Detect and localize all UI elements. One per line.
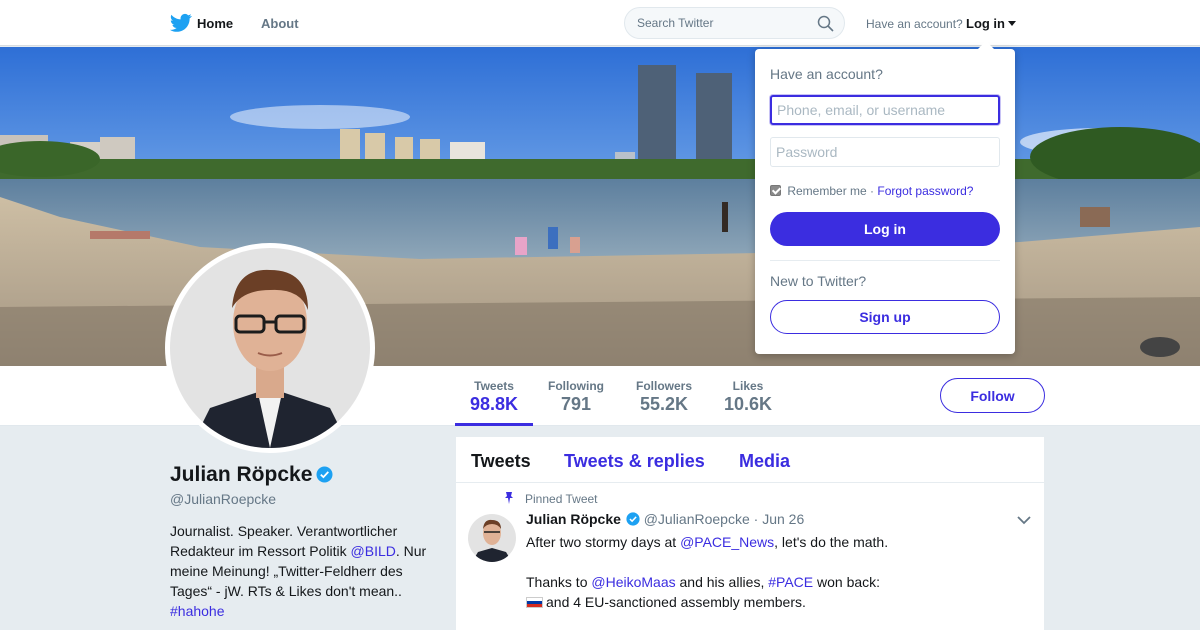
tweet-text-part: and 4 EU-sanctioned assembly members. bbox=[546, 594, 806, 610]
have-account-text: Have an account? bbox=[866, 17, 963, 31]
russia-flag-icon bbox=[526, 597, 543, 608]
stat-value: 98.8K bbox=[470, 394, 519, 414]
profile-handle[interactable]: @JulianRoepcke bbox=[170, 491, 276, 507]
forgot-password-link[interactable]: Forgot password? bbox=[877, 184, 973, 198]
stat-following[interactable]: Following 791 bbox=[548, 379, 604, 415]
avatar-image bbox=[170, 248, 370, 448]
login-link[interactable]: Log in bbox=[966, 16, 1005, 31]
tweet-author-name[interactable]: Julian Röpcke bbox=[526, 511, 621, 527]
timeline: Tweets Tweets & replies Media Pinned Twe… bbox=[456, 437, 1044, 630]
follow-button[interactable]: Follow bbox=[940, 378, 1045, 413]
profile-bio: Journalist. Speaker. Verantwortlicher Re… bbox=[170, 521, 440, 621]
nav-about-link[interactable]: About bbox=[261, 16, 299, 31]
tweet-avatar[interactable] bbox=[468, 514, 516, 562]
tab-tweets-and-replies[interactable]: Tweets & replies bbox=[564, 451, 705, 472]
username-field[interactable] bbox=[770, 95, 1000, 125]
bio-mention-link[interactable]: @BILD bbox=[351, 543, 396, 559]
tweet-author-handle[interactable]: @JulianRoepcke bbox=[644, 511, 750, 527]
bio-hashtag-link[interactable]: #hahohe bbox=[170, 603, 225, 619]
caret-down-icon[interactable] bbox=[1008, 21, 1016, 26]
login-dropdown-title: Have an account? bbox=[770, 66, 883, 82]
password-field[interactable] bbox=[770, 137, 1000, 167]
stat-followers[interactable]: Followers 55.2K bbox=[636, 379, 692, 415]
login-dropdown: Have an account? Remember me · Forgot pa… bbox=[755, 41, 1015, 354]
login-button[interactable]: Log in bbox=[770, 212, 1000, 246]
active-stat-underline bbox=[455, 423, 533, 426]
remember-row: Remember me · Forgot password? bbox=[770, 184, 973, 198]
top-navigation: Home About Search Twitter Have an accoun… bbox=[0, 0, 1200, 46]
signup-button[interactable]: Sign up bbox=[770, 300, 1000, 334]
search-input[interactable]: Search Twitter bbox=[637, 16, 713, 30]
tweet-text-part: Thanks to bbox=[526, 574, 592, 590]
stat-label: Followers bbox=[636, 379, 693, 393]
tab-tweets[interactable]: Tweets bbox=[471, 451, 531, 472]
stat-value: 791 bbox=[560, 394, 592, 414]
search-box[interactable]: Search Twitter bbox=[624, 7, 845, 39]
dropdown-arrow bbox=[978, 41, 994, 49]
verified-badge-icon bbox=[626, 512, 640, 526]
pinned-tweet-label: Pinned Tweet bbox=[525, 492, 598, 506]
stat-label: Following bbox=[548, 379, 604, 393]
tweet-text-part: After two stormy days at bbox=[526, 534, 681, 550]
twitter-bird-icon[interactable] bbox=[170, 13, 192, 33]
tab-media[interactable]: Media bbox=[739, 451, 790, 472]
profile-name: Julian Röpcke bbox=[170, 463, 333, 487]
stat-value: 10.6K bbox=[724, 394, 773, 414]
tweet-mention-link[interactable]: @PACE_News bbox=[680, 534, 774, 550]
tweet-mention-link[interactable]: @HeikoMaas bbox=[591, 574, 675, 590]
chevron-down-icon[interactable] bbox=[1017, 515, 1031, 525]
tweet-avatar-image bbox=[468, 514, 516, 562]
nav-home-link[interactable]: Home bbox=[197, 16, 233, 31]
tweet-text-part: and his allies, bbox=[675, 574, 769, 590]
pin-icon bbox=[505, 492, 513, 504]
stat-label: Likes bbox=[732, 379, 764, 393]
remember-me-checkbox[interactable] bbox=[770, 185, 781, 196]
divider bbox=[770, 260, 1000, 261]
tweet-separator: · bbox=[753, 511, 759, 527]
tweet-text-part: won back: bbox=[813, 574, 881, 590]
tweet-text-part: , let's do the math. bbox=[774, 534, 889, 550]
stat-value: 55.2K bbox=[639, 394, 689, 414]
new-to-twitter-text: New to Twitter? bbox=[770, 273, 867, 289]
timeline-tabs: Tweets Tweets & replies Media bbox=[456, 437, 1044, 483]
remember-me-label[interactable]: Remember me bbox=[787, 184, 866, 198]
search-icon[interactable] bbox=[817, 15, 834, 32]
tweet-header: Julian Röpcke @JulianRoepcke · Jun 26 bbox=[526, 511, 804, 527]
profile-avatar[interactable] bbox=[165, 243, 375, 453]
tweet-date[interactable]: Jun 26 bbox=[762, 511, 804, 527]
stat-likes[interactable]: Likes 10.6K bbox=[724, 379, 772, 415]
profile-name-text: Julian Röpcke bbox=[170, 463, 313, 486]
tweet-text: After two stormy days at @PACE_News, let… bbox=[526, 532, 1026, 612]
stat-label: Tweets bbox=[474, 379, 514, 393]
remember-separator: · bbox=[870, 184, 875, 198]
tweet-hashtag-link[interactable]: #PACE bbox=[768, 574, 813, 590]
stat-tweets[interactable]: Tweets 98.8K bbox=[470, 379, 518, 415]
verified-badge-icon bbox=[316, 466, 333, 483]
